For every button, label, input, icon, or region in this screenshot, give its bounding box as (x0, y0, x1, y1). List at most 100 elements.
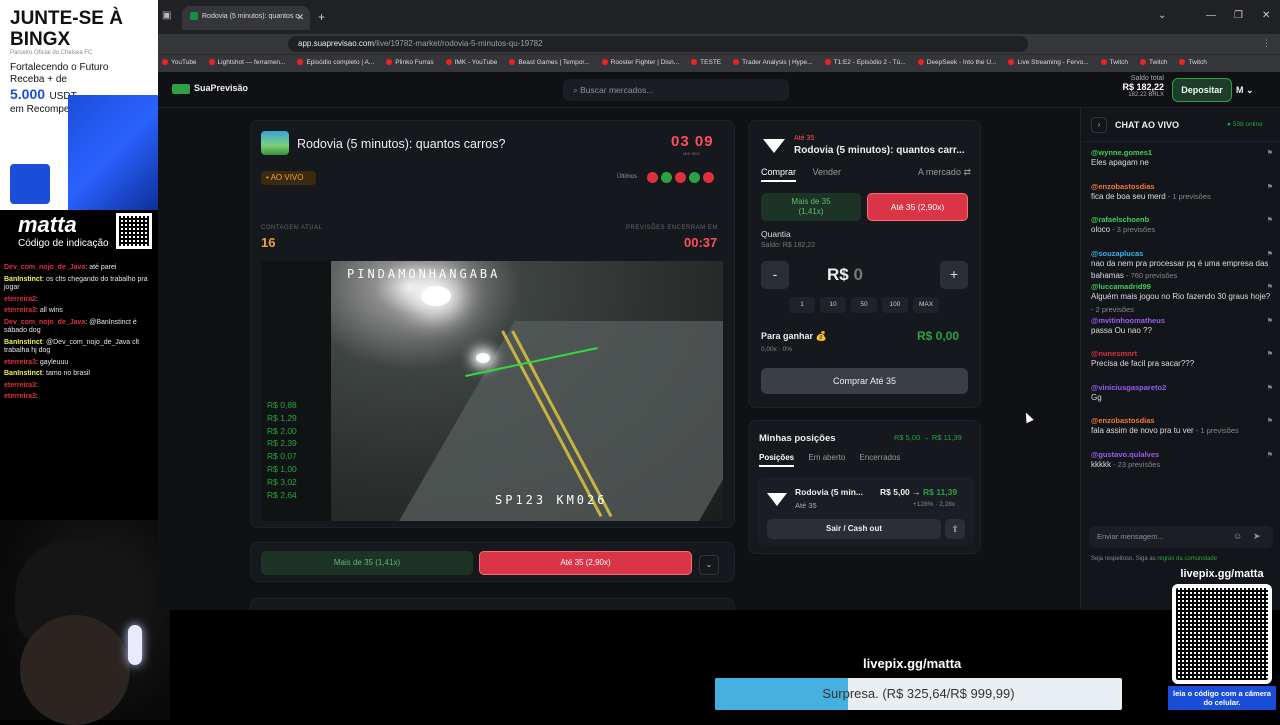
chat-message: @souzaplucas nao da nem pra processar pq … (1091, 249, 1273, 283)
chevron-down-icon: ⌄ (1246, 85, 1254, 95)
trade-tabs: Comprar Vender A mercado ⇄ (761, 167, 971, 182)
report-flag-icon[interactable]: ⚑ (1267, 283, 1273, 291)
bookmark-item[interactable]: Lightshot — ferramen... (208, 59, 285, 66)
bookmark-item[interactable]: T1:E2 - Episódio 2 - Tú... (824, 59, 906, 66)
twitch-chat-text: all wins (39, 307, 63, 314)
amount-preset-button[interactable]: 50 (851, 297, 877, 313)
close-window-icon[interactable]: ✕ (1262, 10, 1270, 21)
chat-username[interactable]: @viniciusgaspareto2 (1091, 383, 1273, 392)
tab-open[interactable]: Em aberto (808, 453, 845, 462)
chat-username[interactable]: @rafaelschoenb (1091, 215, 1273, 224)
tab-search-icon[interactable]: ⌄ (1158, 10, 1166, 21)
option-over-label: Mais de 35 (791, 197, 831, 206)
search-input[interactable]: ⌕ Buscar mercados... (563, 79, 789, 101)
twitch-chat-user: Dev_com_nojo_de_Java (4, 264, 86, 271)
amount-preset-button[interactable]: MAX (913, 297, 939, 313)
bookmark-label: DeepSeek - Into the U... (926, 59, 997, 66)
report-flag-icon[interactable]: ⚑ (1267, 250, 1273, 258)
bookmark-label: Plinko Furras (395, 59, 434, 66)
bookmark-item[interactable]: Rooster Fighter | Disn... (601, 59, 679, 66)
road (387, 321, 723, 521)
chat-username[interactable]: @wynne.gomes1 (1091, 148, 1273, 157)
position-to: R$ 11,39 (923, 487, 958, 497)
donation-goal-bar: Surpresa. (R$ 325,64/R$ 999,99) (715, 678, 1122, 710)
order-type-toggle[interactable]: A mercado ⇄ (918, 167, 971, 178)
maximize-icon[interactable]: ❐ (1234, 10, 1243, 21)
decrease-amount-button[interactable]: - (761, 261, 789, 289)
bet-under-button[interactable]: Até 35 (2,90x) (479, 551, 692, 575)
bookmark-item[interactable]: Twitch (1140, 59, 1167, 66)
tab-bar: ▣ Rodovia (5 minutos): quantos c ✕ + ⌄ —… (158, 0, 1280, 34)
chat-username[interactable]: @souzaplucas (1091, 249, 1273, 258)
report-flag-icon[interactable]: ⚑ (1267, 417, 1273, 425)
bookmark-item[interactable]: DeepSeek - Into the U... (917, 59, 997, 66)
report-flag-icon[interactable]: ⚑ (1267, 216, 1273, 224)
tab-closed[interactable]: Encerrados (860, 453, 901, 462)
amount-preset-button[interactable]: 10 (820, 297, 846, 313)
chat-username[interactable]: @enzobastosdias (1091, 416, 1273, 425)
chat-message-input[interactable]: Enviar mensagem... (1089, 526, 1273, 548)
browser-menu-icon[interactable]: ⋮ (1262, 38, 1271, 49)
ad-amount: 5.000 (10, 86, 46, 102)
amount-preset-button[interactable]: 100 (882, 297, 908, 313)
tab-buy[interactable]: Comprar (761, 167, 797, 182)
balance-label: Saldo total (1130, 75, 1164, 82)
chat-username[interactable]: @nunesmnrt (1091, 349, 1273, 358)
report-flag-icon[interactable]: ⚑ (1267, 317, 1273, 325)
share-icon[interactable]: ⇪ (945, 519, 965, 539)
option-over-button[interactable]: Mais de 35 (1,41x) (761, 193, 861, 221)
bookmark-item[interactable]: Plinko Furras (386, 59, 434, 66)
close-tab-icon[interactable]: ✕ (296, 12, 304, 23)
increase-amount-button[interactable]: + (940, 261, 968, 289)
bookmark-item[interactable]: Beast Games | Tempor... (509, 59, 590, 66)
bookmark-item[interactable]: IMK - YouTube (445, 59, 497, 66)
chat-message: @gustavo.qulalves kkkkk - 23 previsões ⚑ (1091, 450, 1273, 484)
buy-button[interactable]: Comprar Até 35 (761, 368, 968, 394)
twitch-chat-user: eterreira2 (4, 295, 36, 303)
report-flag-icon[interactable]: ⚑ (1267, 149, 1273, 157)
rules-link[interactable]: regras da comunidade (1157, 556, 1217, 562)
tab-list-icon[interactable]: ▣ (162, 10, 171, 21)
deposit-button[interactable]: Depositar (1172, 78, 1232, 102)
streamer-webcam (0, 520, 170, 725)
chat-username[interactable]: @enzobastosdias (1091, 182, 1273, 191)
chat-text: fala assim de novo pra tu ver - 1 previs… (1091, 425, 1273, 438)
option-under-button[interactable]: Até 35 (2,90x) (867, 193, 968, 221)
new-tab-button[interactable]: + (318, 10, 325, 24)
url-input[interactable]: app.suaprevisao.com/live/19782-market/ro… (288, 36, 1028, 52)
bookmark-item[interactable]: YouTube (162, 59, 197, 66)
amount-preset-button[interactable]: 1 (789, 297, 815, 313)
collapse-chat-icon[interactable]: › (1091, 117, 1107, 133)
brand-logo[interactable]: SuaPrevisão (172, 83, 248, 94)
chat-username[interactable]: @gustavo.qulalves (1091, 450, 1273, 459)
positions-tabs: Posições Em aberto Encerrados (759, 453, 901, 467)
chat-username[interactable]: @mvitinhoomatheus (1091, 316, 1273, 325)
report-flag-icon[interactable]: ⚑ (1267, 384, 1273, 392)
report-flag-icon[interactable]: ⚑ (1267, 350, 1273, 358)
bookmark-item[interactable]: Trader Analysis | Hype... (733, 59, 813, 66)
chat-text-body: Gg (1091, 392, 1102, 402)
bet-over-button[interactable]: Mais de 35 (1,41x) (261, 551, 473, 575)
chat-username[interactable]: @luccamadrid99 (1091, 282, 1273, 291)
bookmark-item[interactable]: Live Streaming - Fervo... (1008, 59, 1089, 66)
suaprevisao-site: SuaPrevisão ⌕ Buscar mercados... Saldo t… (158, 72, 1280, 610)
minimize-icon[interactable]: — (1206, 10, 1216, 21)
amount-input[interactable]: R$ 0 (827, 265, 863, 285)
bookmark-item[interactable]: Twitch (1179, 59, 1207, 66)
bookmark-icon (917, 59, 924, 66)
twitch-chat-user: Dev_com_nojo_de_Java (4, 318, 86, 326)
bookmark-item[interactable]: TESTE (691, 59, 721, 66)
tab-positions[interactable]: Posições (759, 453, 795, 467)
tab-sell[interactable]: Vender (813, 167, 842, 177)
emoji-icon[interactable]: ☺ (1233, 531, 1242, 541)
bookmark-item[interactable]: Episódio completo | A... (297, 59, 374, 66)
user-avatar[interactable]: M ⌄ (1236, 85, 1254, 96)
bookmark-item[interactable]: Twitch (1100, 59, 1128, 66)
cash-out-button[interactable]: Sair / Cash out (767, 519, 941, 539)
active-tab[interactable]: Rodovia (5 minutos): quantos c ✕ (182, 6, 310, 30)
chevron-down-icon[interactable]: ⌄ (699, 555, 719, 575)
report-flag-icon[interactable]: ⚑ (1267, 183, 1273, 191)
send-icon[interactable]: ➤ (1253, 531, 1261, 542)
chat-title: CHAT AO VIVO (1115, 120, 1180, 130)
report-flag-icon[interactable]: ⚑ (1267, 451, 1273, 459)
